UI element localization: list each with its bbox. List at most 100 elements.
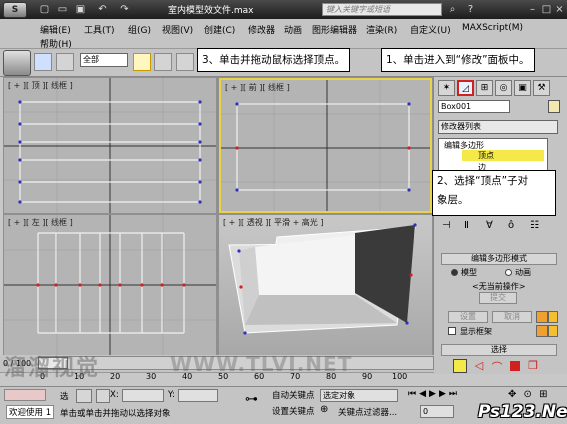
object-name-field[interactable]: Box001 [438, 100, 510, 113]
cage-color-orange[interactable] [536, 325, 548, 337]
menu-graph-editors[interactable]: 图形编辑器 [312, 23, 357, 36]
menu-maxscript[interactable]: MAXScript(M) [462, 23, 523, 33]
lock-selection-icon[interactable] [76, 389, 92, 403]
search-input[interactable]: 键入关键字或短语 [322, 3, 442, 16]
menu-create[interactable]: 创建(C) [204, 23, 235, 36]
open-file-icon[interactable]: ▭ [56, 3, 69, 16]
rollout-selection[interactable]: 选择 [441, 344, 557, 356]
cage-color-yellow[interactable] [548, 325, 558, 337]
menu-customize[interactable]: 自定义(U) [410, 23, 451, 36]
show-end-result-icon[interactable]: Ⅱ [464, 220, 478, 231]
commit-button[interactable]: 提交 [479, 292, 517, 304]
polygon-select-icon[interactable] [510, 361, 520, 371]
tick-label: 100 [392, 372, 408, 381]
key-mode-dropdown[interactable]: 选定对象 [320, 389, 398, 402]
color-swatch-orange[interactable] [536, 311, 548, 323]
link-icon[interactable] [34, 53, 52, 71]
maxscript-listener[interactable] [4, 389, 46, 401]
key-filters-button[interactable]: 关键点过滤器... [338, 406, 397, 418]
pin-stack-icon[interactable]: ⊣ [442, 220, 456, 231]
minimize-icon[interactable]: – [526, 3, 539, 16]
selection-filter-dropdown[interactable]: 全部 [80, 53, 128, 67]
label-animation: 动画 [515, 268, 531, 277]
callout-step2: 2、选择“顶点”子对 象层。 [432, 170, 556, 216]
app-menu-button[interactable] [3, 50, 31, 76]
modifier-list-dropdown[interactable]: 修改器列表 [438, 120, 558, 134]
viewport-perspective[interactable]: [ + ][ 透视 ][ 平滑 + 高光 ] [219, 215, 432, 355]
label-model: 模型 [461, 268, 477, 277]
maximize-icon[interactable]: □ [540, 3, 553, 16]
remove-modifier-icon[interactable]: ô [508, 220, 522, 231]
stack-controls: ⊣ Ⅱ ∀ ô ☷ [442, 220, 557, 236]
watermark-cn: 溜溜视觉 [4, 356, 101, 381]
configure-sets-icon[interactable]: ☷ [530, 220, 544, 231]
redo-icon[interactable]: ↷ [118, 3, 131, 16]
absolute-mode-icon[interactable] [96, 389, 110, 403]
select-by-name-icon[interactable] [154, 53, 172, 71]
viewport-front[interactable]: [ + ][ 前 ][ 线框 ] [219, 78, 432, 213]
app-logo-icon[interactable]: S [3, 2, 27, 18]
rollout-edit-poly-mode[interactable]: 编辑多边形模式 [441, 253, 557, 265]
menu-rendering[interactable]: 渲染(R) [366, 23, 397, 36]
y-coordinate-field[interactable] [178, 389, 218, 402]
menu-modifiers[interactable]: 修改器 [248, 23, 275, 36]
y-label: Y: [168, 390, 175, 400]
show-cage-checkbox[interactable] [448, 327, 456, 335]
key-filter-icon[interactable]: ⊕ [320, 404, 334, 418]
current-frame-field[interactable]: 0 [420, 405, 454, 418]
create-tab-icon[interactable]: ✶ [438, 80, 455, 96]
viewport-left[interactable]: [ + ][ 左 ][ 线框 ] [4, 215, 216, 355]
make-unique-icon[interactable]: ∀ [486, 220, 500, 231]
playback-controls[interactable]: ⏮◀▶▶⏭ [408, 389, 504, 402]
close-icon[interactable]: × [553, 3, 566, 16]
help-icon[interactable]: ? [464, 3, 477, 16]
radio-animation[interactable] [505, 269, 512, 276]
top-view-wireframe [4, 78, 216, 213]
stack-sub-vertex[interactable]: 顶点 [462, 150, 544, 161]
menu-tools[interactable]: 工具(T) [84, 23, 115, 36]
cancel-button[interactable]: 取消 [492, 311, 532, 323]
viewport-nav-controls[interactable]: ✥ ⊙ ⊞ [508, 389, 566, 402]
vertex-select-icon[interactable] [453, 359, 467, 373]
viewport-top[interactable]: [ + ][ 顶 ][ 线框 ] [4, 78, 216, 213]
new-file-icon[interactable]: ▢ [38, 3, 51, 16]
status-prompt: 单击或单击并拖动以选择对象 [60, 409, 171, 419]
tick-label: 20 [110, 372, 121, 381]
key-icon[interactable]: ⊶ [245, 392, 265, 412]
set-key-button[interactable]: 设置关键点 [272, 405, 315, 417]
utilities-tab-icon[interactable]: ⚒ [533, 80, 550, 96]
color-swatch-yellow[interactable] [548, 311, 558, 323]
unlink-icon[interactable] [56, 53, 74, 71]
save-icon[interactable]: ▣ [74, 3, 87, 16]
tick-label: 30 [146, 372, 157, 381]
auto-key-button[interactable]: 自动关键点 [272, 389, 315, 401]
perspective-room-model [228, 223, 417, 335]
rectangular-selection-icon[interactable] [176, 53, 194, 71]
element-select-icon[interactable]: ❒ [526, 359, 540, 373]
hierarchy-tab-icon[interactable]: ⊞ [476, 80, 493, 96]
menu-edit[interactable]: 编辑(E) [40, 23, 71, 36]
menu-group[interactable]: 组(G) [128, 23, 151, 36]
callout-step1: 1、单击进入到“修改”面板中。 [381, 48, 535, 72]
front-view-wireframe [221, 80, 430, 211]
motion-tab-icon[interactable]: ◎ [495, 80, 512, 96]
watermark-url: WWW.TLVI.NET [170, 352, 353, 376]
search-icon[interactable]: ⌕ [446, 3, 459, 16]
border-select-icon[interactable]: ⌒ [490, 359, 504, 374]
callout-step3: 3、单击并拖动鼠标选择顶点。 [197, 48, 351, 72]
edge-select-icon[interactable]: ◁ [472, 359, 486, 373]
show-cage-label: 显示框架 [460, 327, 492, 336]
settings-button[interactable]: 设置 [448, 311, 488, 323]
display-tab-icon[interactable]: ▣ [514, 80, 531, 96]
selected-label: 选 [60, 392, 69, 402]
modify-tab-icon[interactable]: ◿ [457, 80, 474, 96]
callout-step2-line2: 象层。 [437, 194, 469, 206]
radio-model[interactable] [451, 269, 458, 276]
object-color-swatch[interactable] [548, 100, 560, 113]
select-object-icon[interactable] [133, 53, 151, 71]
x-label: X: [110, 390, 119, 400]
x-coordinate-field[interactable] [122, 389, 164, 402]
undo-icon[interactable]: ↶ [96, 3, 109, 16]
menu-animation[interactable]: 动画 [284, 23, 302, 36]
menu-views[interactable]: 视图(V) [162, 23, 193, 36]
